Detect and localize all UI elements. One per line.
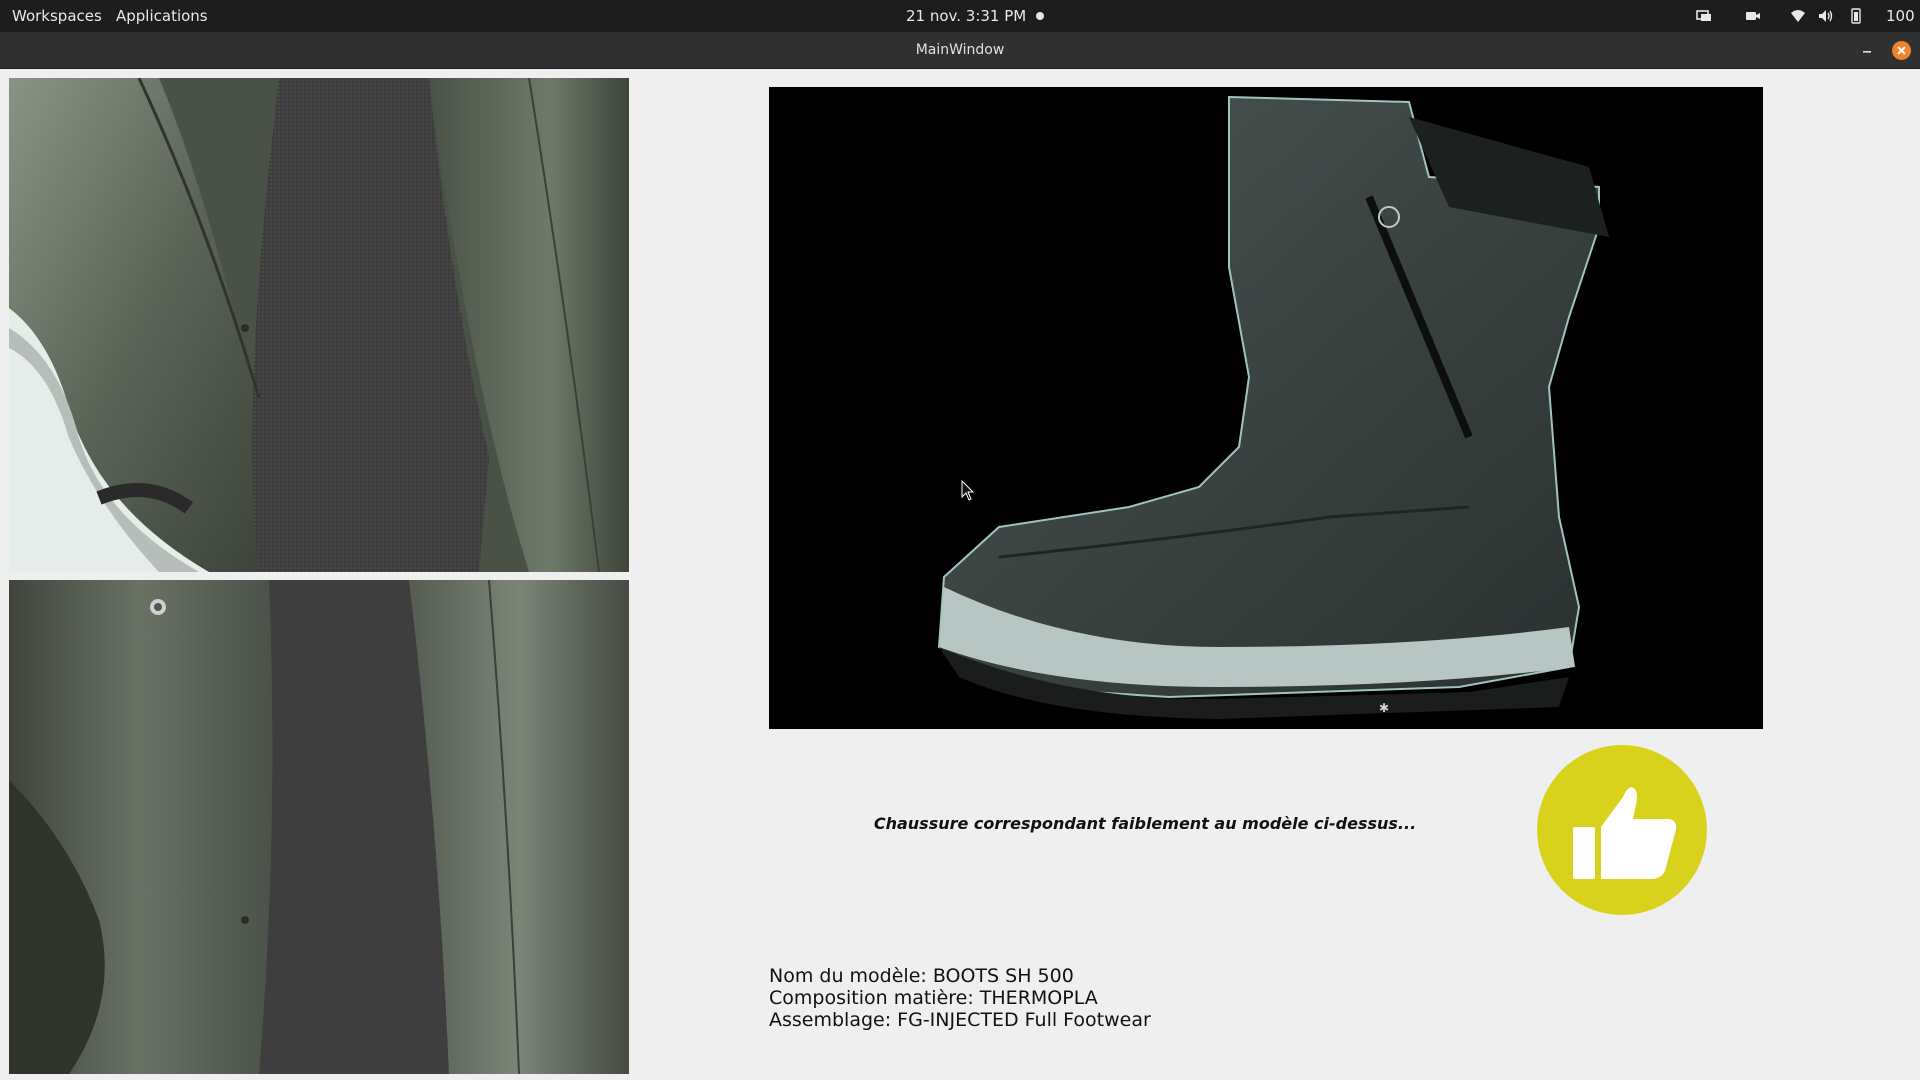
camera-feed-top <box>9 78 629 572</box>
thumbs-up-icon <box>1573 787 1677 879</box>
notification-dot-icon <box>1036 12 1044 20</box>
wifi-icon[interactable] <box>1790 8 1806 24</box>
match-status-badge <box>1537 745 1707 915</box>
battery-icon[interactable] <box>1848 8 1864 24</box>
volume-icon[interactable] <box>1818 8 1834 24</box>
workspaces-menu[interactable]: Workspaces <box>12 0 102 32</box>
system-top-bar: Workspaces Applications 21 nov. 3:31 PM … <box>0 0 1920 32</box>
display-icon[interactable] <box>1696 8 1712 24</box>
model-info: Nom du modèle: BOOTS SH 500 Composition … <box>769 965 1151 1031</box>
clock[interactable]: 21 nov. 3:31 PM <box>906 0 1026 32</box>
applications-menu[interactable]: Applications <box>116 0 208 32</box>
model-composition: Composition matière: THERMOPLA <box>769 987 1098 1009</box>
battery-percentage[interactable]: 100 % <box>1886 0 1920 32</box>
close-button[interactable] <box>1892 41 1911 60</box>
reference-shoe-image: ✱ <box>769 87 1763 729</box>
model-assembly: Assemblage: FG-INJECTED Full Footwear <box>769 1009 1151 1031</box>
window-title: MainWindow <box>915 42 1005 58</box>
camera-feed-bottom <box>9 580 629 1074</box>
mouse-cursor-icon <box>961 480 975 501</box>
minimize-icon[interactable] <box>1859 43 1875 57</box>
match-result-message: Chaussure correspondant faiblement au mo… <box>873 814 1417 833</box>
window-title-bar[interactable]: MainWindow <box>0 32 1920 69</box>
camera-icon[interactable] <box>1745 8 1761 24</box>
model-name: Nom du modèle: BOOTS SH 500 <box>769 965 1074 987</box>
close-icon <box>1897 46 1906 55</box>
svg-text:✱: ✱ <box>1379 701 1389 715</box>
